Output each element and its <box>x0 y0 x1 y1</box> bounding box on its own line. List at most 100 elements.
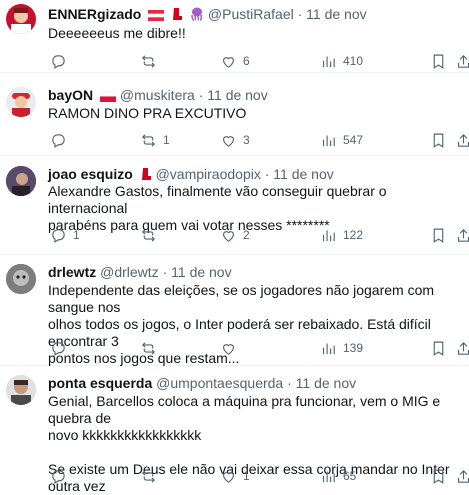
views-button[interactable]: 410 <box>320 51 363 71</box>
user-handle[interactable]: @umpontaesquerda <box>156 375 283 391</box>
tweet-text: Deeeeeeus me dibre!! <box>48 25 458 42</box>
share-button[interactable] <box>455 51 469 71</box>
bookmark-icon <box>433 469 444 484</box>
timestamp[interactable]: 11 de nov <box>273 166 333 182</box>
avatar[interactable] <box>6 166 36 196</box>
display-name[interactable]: joao esquizo <box>48 166 133 182</box>
tweet-text: RAMON DINO PRA EXCUTIVO <box>48 105 458 122</box>
user-handle[interactable]: @muskitera <box>120 87 195 103</box>
share-button[interactable] <box>455 225 469 245</box>
tweet[interactable]: joao esquizo @vampiraodopix · 11 de nov … <box>0 156 469 255</box>
retweet-button[interactable] <box>140 225 163 245</box>
timestamp[interactable]: 11 de nov <box>296 375 356 391</box>
action-bar: 1 65 <box>40 466 469 486</box>
heart-icon <box>222 230 235 242</box>
share-button[interactable] <box>455 466 469 486</box>
retweet-icon <box>142 133 155 147</box>
heart-icon <box>222 56 235 68</box>
avatar[interactable] <box>6 264 36 294</box>
display-name[interactable]: drlewtz <box>48 264 96 280</box>
action-bar: 6 410 <box>40 51 469 71</box>
share-icon <box>457 469 469 483</box>
views-count: 547 <box>343 133 364 147</box>
tweet-text-line: Genial, Barcellos coloca a máquina pra f… <box>48 393 441 426</box>
reply-button[interactable]: 1 <box>50 225 80 245</box>
tweet[interactable]: ENNERgizado @PustiRafael · 11 de nov Dee… <box>0 0 469 73</box>
retweet-button[interactable]: 1 <box>140 130 170 150</box>
timestamp[interactable]: 11 de nov <box>207 87 267 103</box>
avatar[interactable] <box>6 4 36 34</box>
poland-flag-icon <box>99 89 117 106</box>
retweet-button[interactable] <box>140 466 163 486</box>
reply-button[interactable] <box>50 130 73 150</box>
heart-icon <box>222 135 235 147</box>
red-boot-icon <box>171 7 183 25</box>
views-icon <box>322 471 335 482</box>
tweet-header: ENNERgizado @PustiRafael · 11 de nov <box>48 6 367 25</box>
bookmark-button[interactable] <box>430 51 447 71</box>
user-handle[interactable]: @PustiRafael <box>208 6 294 22</box>
like-button[interactable]: 6 <box>220 51 250 71</box>
display-name[interactable]: bayON <box>48 87 93 103</box>
like-count: 2 <box>243 228 250 242</box>
reply-icon <box>52 133 65 148</box>
display-name[interactable]: ENNERgizado <box>48 6 141 22</box>
bookmark-button[interactable] <box>430 225 447 245</box>
retweet-icon <box>142 228 155 242</box>
views-button[interactable]: 122 <box>320 225 363 245</box>
tweet-text-line: Independente das eleições, se os jogador… <box>48 282 435 315</box>
separator-dot: · <box>287 375 292 391</box>
bookmark-icon <box>433 133 444 148</box>
tweet[interactable]: ponta esquerda @umpontaesquerda · 11 de … <box>0 366 469 494</box>
tweet-text-line: Deeeeeeus me dibre!! <box>48 25 186 41</box>
share-icon <box>457 228 469 242</box>
timestamp[interactable]: 11 de nov <box>306 6 366 22</box>
bookmark-button[interactable] <box>430 130 447 150</box>
reply-icon <box>52 228 65 243</box>
avatar[interactable] <box>6 375 36 405</box>
separator-dot: · <box>198 87 204 103</box>
retweet-icon <box>142 54 155 68</box>
tweet[interactable]: drlewtz @drlewtz · 11 de nov Independent… <box>0 255 469 366</box>
bookmark-icon <box>433 54 444 69</box>
tweet-header: bayON @muskitera · 11 de nov <box>48 87 268 106</box>
tweet-text-line: novo kkkkkkkkkkkkkkkkk <box>48 427 202 443</box>
bookmark-button[interactable] <box>430 338 447 358</box>
tweet-text-line: Alexandre Gastos, finalmente vão consegu… <box>48 183 387 216</box>
separator-dot: · <box>162 264 168 280</box>
avatar[interactable] <box>6 87 36 117</box>
share-button[interactable] <box>455 130 469 150</box>
tweet[interactable]: bayON @muskitera · 11 de nov RAMON DINO … <box>0 73 469 156</box>
reply-icon <box>52 54 65 69</box>
views-icon <box>322 230 335 241</box>
like-button[interactable]: 1 <box>220 466 250 486</box>
timestamp[interactable]: 11 de nov <box>171 264 231 280</box>
like-count: 6 <box>243 54 250 68</box>
reply-icon <box>52 469 65 484</box>
like-button[interactable]: 3 <box>220 130 250 150</box>
heart-icon <box>222 343 235 355</box>
tweet-header: drlewtz @drlewtz · 11 de nov <box>48 264 232 281</box>
bookmark-button[interactable] <box>430 466 447 486</box>
bookmark-icon <box>433 228 444 243</box>
like-count: 3 <box>243 133 250 147</box>
retweet-button[interactable] <box>140 338 163 358</box>
share-button[interactable] <box>455 338 469 358</box>
action-bar: 1 2 122 <box>40 225 469 245</box>
avatar-image <box>11 8 31 34</box>
views-button[interactable]: 139 <box>320 338 363 358</box>
user-handle[interactable]: @vampiraodopix <box>156 166 261 182</box>
retweet-button[interactable] <box>140 51 163 71</box>
views-button[interactable]: 65 <box>320 466 356 486</box>
like-button[interactable]: 2 <box>220 225 250 245</box>
user-handle[interactable]: @drlewtz <box>100 264 159 280</box>
reply-button[interactable] <box>50 338 73 358</box>
separator-dot: · <box>297 6 303 22</box>
share-icon <box>457 341 469 355</box>
reply-button[interactable] <box>50 466 73 486</box>
reply-button[interactable] <box>50 51 73 71</box>
like-button[interactable] <box>220 338 243 358</box>
display-name[interactable]: ponta esquerda <box>48 375 152 391</box>
avatar-image <box>12 93 30 117</box>
views-button[interactable]: 547 <box>320 130 363 150</box>
